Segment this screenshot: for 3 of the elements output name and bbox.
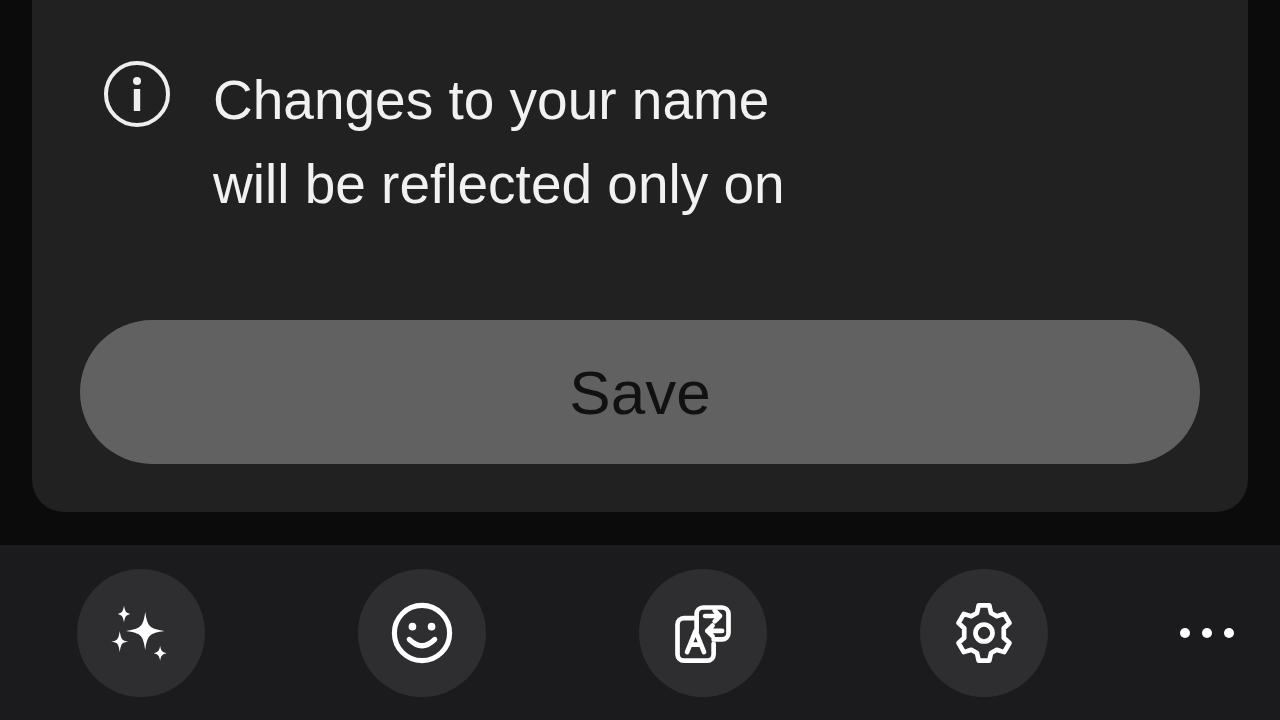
info-message-line: will be reflected only on — [213, 152, 785, 217]
info-message-line: Changes to your name — [213, 68, 771, 133]
info-icon — [103, 60, 171, 128]
